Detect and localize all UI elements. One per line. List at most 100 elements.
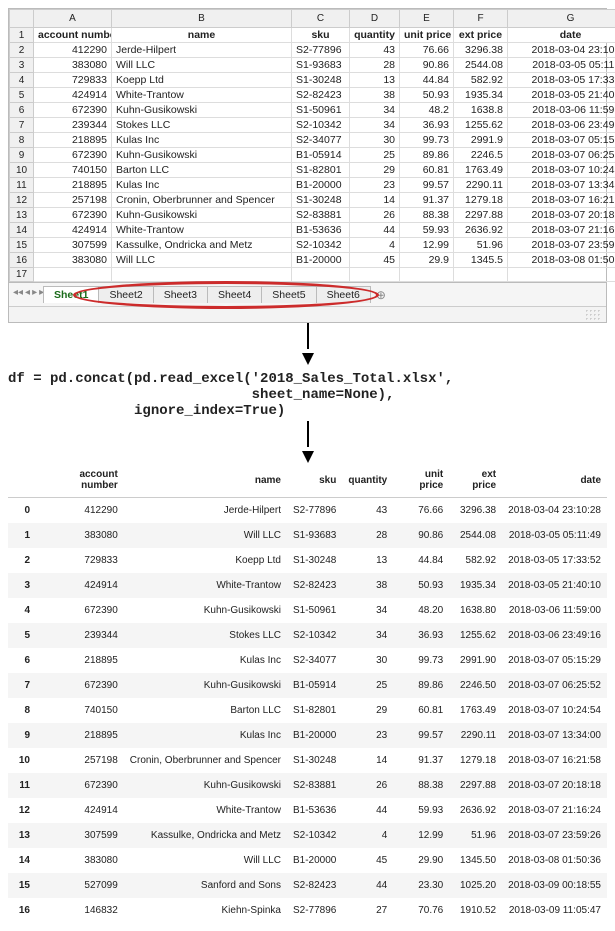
row-header[interactable]: 5 xyxy=(10,88,34,103)
cell[interactable]: 3296.38 xyxy=(454,43,508,58)
cell[interactable]: White-Trantow xyxy=(112,223,292,238)
cell[interactable]: 2018-03-04 23:10:28 xyxy=(508,43,615,58)
cell[interactable] xyxy=(34,268,112,282)
row-header[interactable]: 8 xyxy=(10,133,34,148)
row-header[interactable]: 17 xyxy=(10,268,34,282)
cell[interactable]: 2018-03-07 10:24:54 xyxy=(508,163,615,178)
cell[interactable] xyxy=(454,268,508,282)
cell[interactable]: 50.93 xyxy=(400,88,454,103)
cell[interactable]: Kuhn-Gusikowski xyxy=(112,148,292,163)
row-header[interactable]: 13 xyxy=(10,208,34,223)
cell[interactable]: Stokes LLC xyxy=(112,118,292,133)
cell[interactable]: 218895 xyxy=(34,178,112,193)
cell[interactable]: 672390 xyxy=(34,148,112,163)
sheet-tab[interactable]: Sheet6 xyxy=(316,286,371,303)
cell[interactable]: 2018-03-07 05:15:29 xyxy=(508,133,615,148)
cell[interactable] xyxy=(292,268,350,282)
sheet-tab[interactable]: Sheet2 xyxy=(98,286,153,303)
cell[interactable]: 2290.11 xyxy=(454,178,508,193)
cell[interactable]: 257198 xyxy=(34,193,112,208)
cell[interactable]: 1345.5 xyxy=(454,253,508,268)
row-header[interactable]: 12 xyxy=(10,193,34,208)
cell[interactable]: Kuhn-Gusikowski xyxy=(112,103,292,118)
cell[interactable]: 2018-03-07 23:59:26 xyxy=(508,238,615,253)
row-header[interactable]: 6 xyxy=(10,103,34,118)
cell[interactable]: 30 xyxy=(350,133,400,148)
cell[interactable]: 2991.9 xyxy=(454,133,508,148)
row-header[interactable]: 9 xyxy=(10,148,34,163)
row-header[interactable]: 1 xyxy=(10,28,34,43)
cell[interactable]: 26 xyxy=(350,208,400,223)
header-cell[interactable]: name xyxy=(112,28,292,43)
tab-nav-first-icon[interactable]: ◂◂ xyxy=(13,287,23,298)
cell[interactable]: 13 xyxy=(350,73,400,88)
col-header-G[interactable]: G xyxy=(508,10,615,28)
cell[interactable]: B1-20000 xyxy=(292,253,350,268)
col-header-F[interactable]: F xyxy=(454,10,508,28)
cell[interactable] xyxy=(508,268,615,282)
row-header[interactable]: 3 xyxy=(10,58,34,73)
cell[interactable]: Will LLC xyxy=(112,253,292,268)
cell[interactable]: 88.38 xyxy=(400,208,454,223)
cell[interactable]: 51.96 xyxy=(454,238,508,253)
cell[interactable]: S2-10342 xyxy=(292,118,350,133)
cell[interactable]: 12.99 xyxy=(400,238,454,253)
cell[interactable]: S2-10342 xyxy=(292,238,350,253)
cell[interactable]: 740150 xyxy=(34,163,112,178)
cell[interactable]: 34 xyxy=(350,118,400,133)
cell[interactable]: S1-30248 xyxy=(292,193,350,208)
cell[interactable]: 412290 xyxy=(34,43,112,58)
cell[interactable]: S1-30248 xyxy=(292,73,350,88)
cell[interactable]: 99.57 xyxy=(400,178,454,193)
sheet-tab[interactable]: Sheet4 xyxy=(207,286,262,303)
cell[interactable] xyxy=(400,268,454,282)
cell[interactable]: 2018-03-08 01:50:36 xyxy=(508,253,615,268)
cell[interactable]: Kuhn-Gusikowski xyxy=(112,208,292,223)
cell[interactable]: S1-82801 xyxy=(292,163,350,178)
cell[interactable]: S1-50961 xyxy=(292,103,350,118)
header-cell[interactable]: unit price xyxy=(400,28,454,43)
cell[interactable]: White-Trantow xyxy=(112,88,292,103)
tab-nav-next-icon[interactable]: ▸ xyxy=(32,287,37,298)
header-cell[interactable]: quantity xyxy=(350,28,400,43)
cell[interactable]: S1-93683 xyxy=(292,58,350,73)
cell[interactable]: 383080 xyxy=(34,253,112,268)
cell[interactable] xyxy=(350,268,400,282)
cell[interactable]: B1-05914 xyxy=(292,148,350,163)
cell[interactable]: 48.2 xyxy=(400,103,454,118)
cell[interactable]: 90.86 xyxy=(400,58,454,73)
cell[interactable]: Kassulke, Ondricka and Metz xyxy=(112,238,292,253)
cell[interactable]: 424914 xyxy=(34,88,112,103)
cell[interactable]: 29.9 xyxy=(400,253,454,268)
cell[interactable]: 28 xyxy=(350,58,400,73)
row-header[interactable]: 2 xyxy=(10,43,34,58)
row-header[interactable]: 16 xyxy=(10,253,34,268)
cell[interactable]: 2018-03-05 17:33:52 xyxy=(508,73,615,88)
cell[interactable]: Jerde-Hilpert xyxy=(112,43,292,58)
cell[interactable]: 1255.62 xyxy=(454,118,508,133)
cell[interactable]: 36.93 xyxy=(400,118,454,133)
cell[interactable]: 1935.34 xyxy=(454,88,508,103)
cell[interactable]: S2-34077 xyxy=(292,133,350,148)
cell[interactable]: Barton LLC xyxy=(112,163,292,178)
row-header[interactable]: 15 xyxy=(10,238,34,253)
sheet-tab[interactable]: Sheet1 xyxy=(43,286,99,303)
cell[interactable]: 2018-03-07 21:16:24 xyxy=(508,223,615,238)
cell[interactable]: Will LLC xyxy=(112,58,292,73)
cell[interactable]: 1279.18 xyxy=(454,193,508,208)
cell[interactable]: 2297.88 xyxy=(454,208,508,223)
header-cell[interactable]: date xyxy=(508,28,615,43)
cell[interactable]: 44.84 xyxy=(400,73,454,88)
header-cell[interactable]: ext price xyxy=(454,28,508,43)
cell[interactable]: S2-83881 xyxy=(292,208,350,223)
cell[interactable]: 34 xyxy=(350,103,400,118)
cell[interactable]: 672390 xyxy=(34,103,112,118)
header-cell[interactable]: account number xyxy=(34,28,112,43)
cell[interactable]: Kulas Inc xyxy=(112,178,292,193)
cell[interactable]: 672390 xyxy=(34,208,112,223)
cell[interactable]: 218895 xyxy=(34,133,112,148)
cell[interactable]: 45 xyxy=(350,253,400,268)
cell[interactable]: 29 xyxy=(350,163,400,178)
select-all-cell[interactable] xyxy=(10,10,34,28)
cell[interactable]: 307599 xyxy=(34,238,112,253)
